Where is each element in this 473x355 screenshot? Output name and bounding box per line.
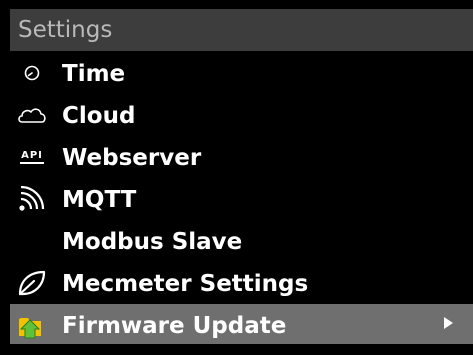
settings-screen: Settings Time Cloud API Webserver MQTT M…	[0, 0, 473, 355]
cloud-icon	[16, 100, 48, 130]
menu-item-webserver[interactable]: API Webserver	[10, 136, 473, 178]
page-title: Settings	[18, 17, 113, 43]
title-bar: Settings	[10, 9, 473, 51]
menu-item-label: Webserver	[62, 145, 202, 171]
menu-item-mecmeter-settings[interactable]: Mecmeter Settings	[10, 262, 473, 304]
settings-menu: Time Cloud API Webserver MQTT Modbus Sla…	[10, 52, 473, 344]
menu-item-mqtt[interactable]: MQTT	[10, 178, 473, 220]
menu-item-time[interactable]: Time	[10, 52, 473, 94]
menu-item-firmware-update[interactable]: Firmware Update	[10, 304, 473, 344]
menu-item-label: Firmware Update	[62, 313, 287, 339]
update-folder-icon	[16, 310, 48, 340]
wifi-signal-icon	[16, 184, 48, 214]
menu-item-label: Cloud	[62, 103, 136, 129]
menu-item-label: Time	[62, 61, 126, 87]
menu-item-cloud[interactable]: Cloud	[10, 94, 473, 136]
menu-item-label: Mecmeter Settings	[62, 271, 309, 297]
menu-item-modbus-slave[interactable]: Modbus Slave	[10, 220, 473, 262]
menu-item-label: Modbus Slave	[62, 229, 243, 255]
api-icon-text: API	[20, 150, 44, 164]
menu-item-label: MQTT	[62, 187, 137, 213]
chevron-right-icon	[444, 317, 453, 329]
leaf-icon	[16, 268, 48, 298]
api-icon: API	[16, 142, 48, 172]
clock-icon	[16, 58, 48, 88]
